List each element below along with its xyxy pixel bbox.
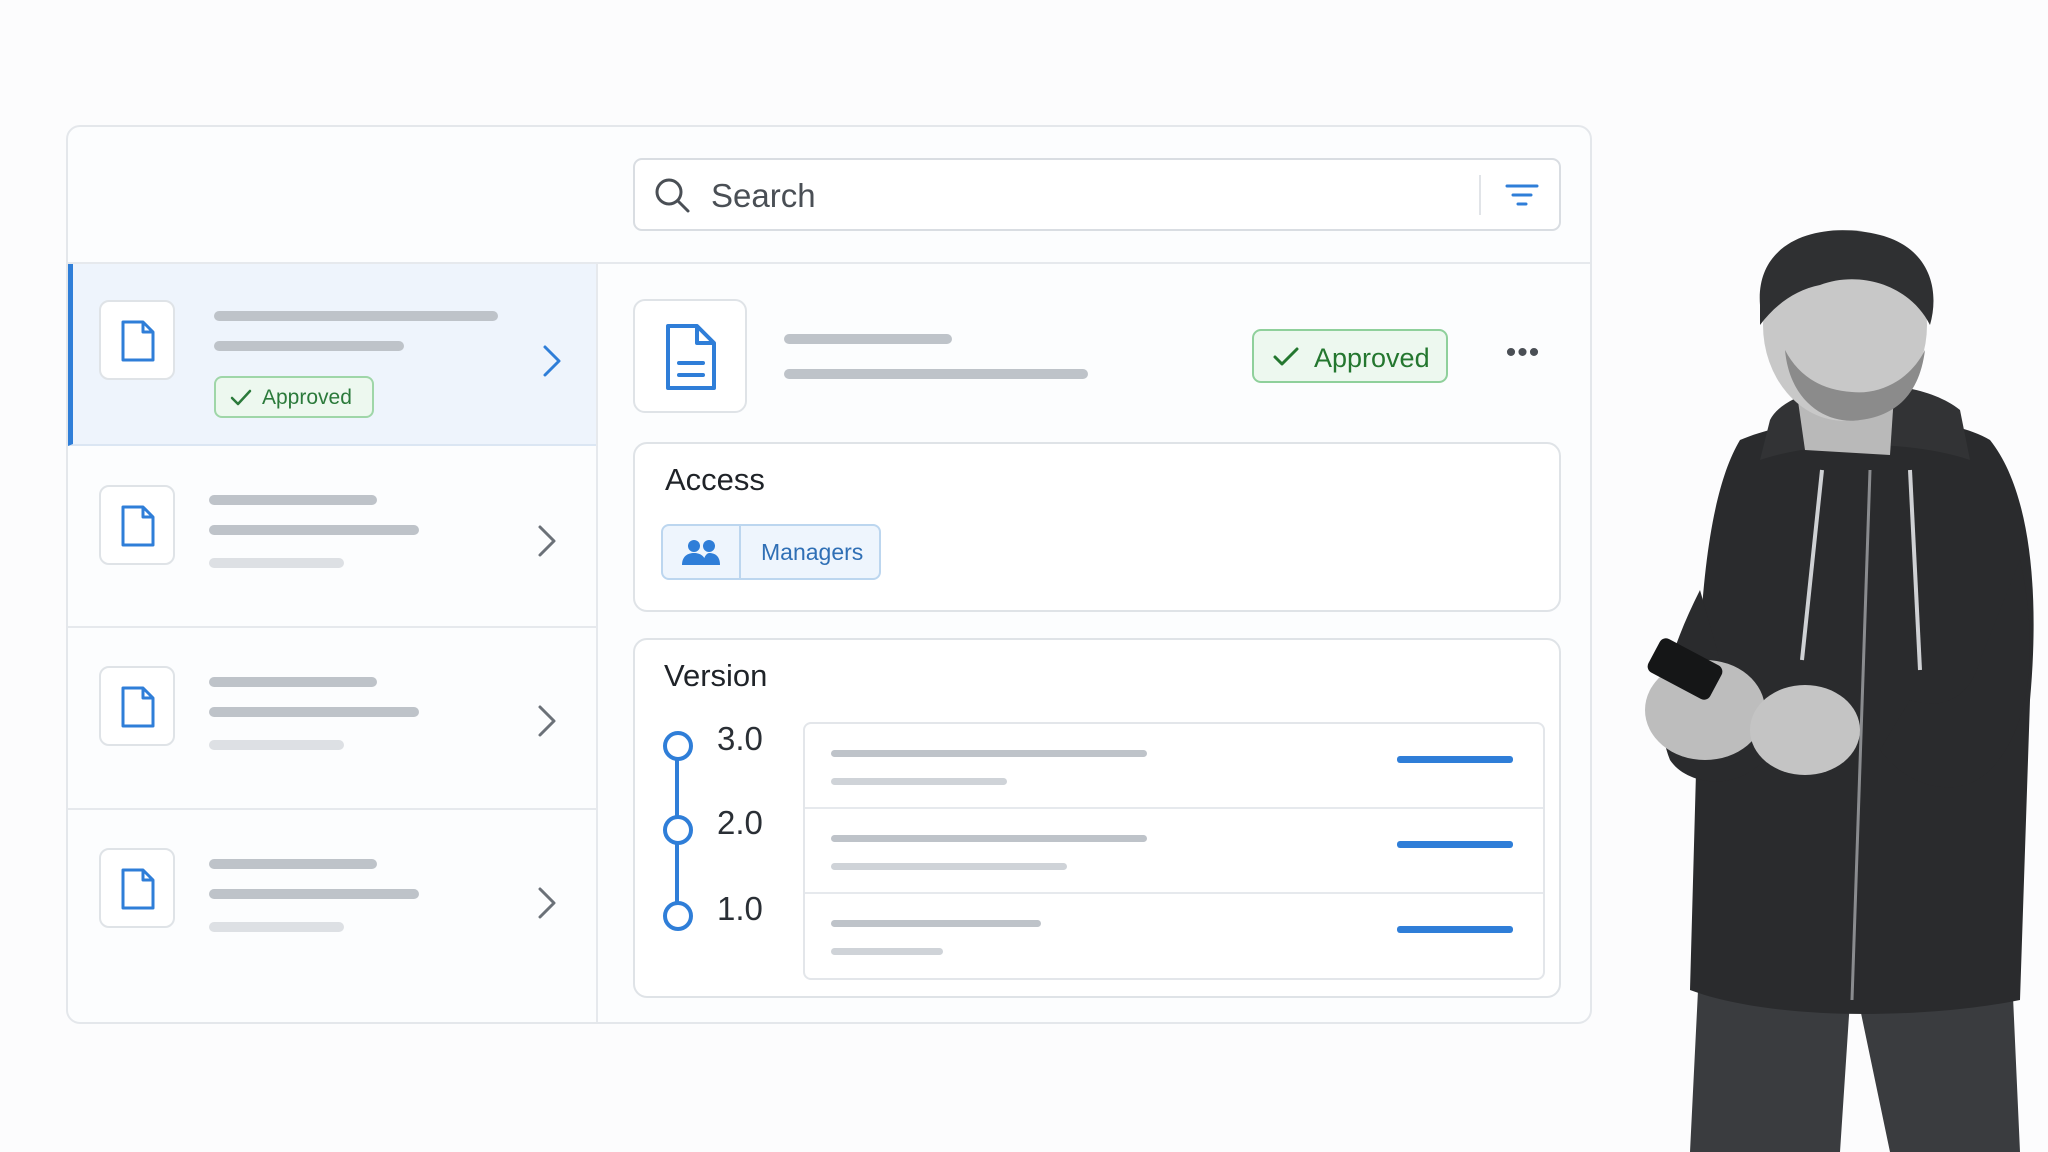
status-label: Approved (1314, 343, 1430, 373)
search-box[interactable] (633, 158, 1561, 231)
version-title: Version (664, 658, 768, 693)
row-title-placeholder (831, 750, 1147, 757)
document-tile (99, 300, 175, 380)
top-bar (68, 127, 1590, 264)
document-icon (121, 868, 155, 910)
document-tile (99, 666, 175, 746)
check-icon (230, 389, 252, 406)
subtitle-placeholder (214, 341, 404, 351)
app-window: Approved (66, 125, 1592, 1024)
document-tile-large (633, 299, 747, 413)
access-title: Access (665, 462, 765, 497)
list-item[interactable] (68, 628, 596, 810)
search-input[interactable] (709, 170, 1413, 222)
person-with-phone-image (1645, 230, 2034, 1152)
version-node[interactable] (663, 901, 693, 931)
group-icon-cell (663, 526, 741, 578)
row-accent-bar (1397, 926, 1513, 933)
row-title-placeholder (831, 835, 1147, 842)
row-accent-bar (1397, 841, 1513, 848)
version-table (803, 722, 1545, 980)
search-icon (655, 178, 690, 213)
status-badge: Approved (214, 376, 374, 418)
title-placeholder (209, 677, 377, 687)
chevron-right-icon (538, 705, 556, 737)
chevron-right-icon (538, 887, 556, 919)
version-label: 3.0 (717, 720, 763, 757)
row-title-placeholder (831, 920, 1041, 927)
document-tile (99, 848, 175, 928)
meta-placeholder (209, 922, 344, 932)
version-row[interactable] (805, 724, 1543, 809)
subtitle-placeholder (209, 707, 419, 717)
document-icon (121, 320, 155, 362)
status-label: Approved (262, 386, 352, 409)
search-divider (1479, 175, 1481, 215)
list-item[interactable] (68, 810, 596, 992)
row-meta-placeholder (831, 863, 1067, 870)
document-icon (121, 686, 155, 728)
access-panel: Access Managers (633, 442, 1561, 612)
chevron-right-icon (538, 525, 556, 557)
version-node[interactable] (663, 815, 693, 845)
filter-icon[interactable] (1505, 180, 1539, 212)
row-meta-placeholder (831, 778, 1007, 785)
status-badge: Approved (1252, 329, 1448, 383)
version-row[interactable] (805, 809, 1543, 894)
more-icon[interactable]: ••• (1500, 331, 1546, 375)
version-node[interactable] (663, 731, 693, 761)
meta-placeholder (209, 740, 344, 750)
document-tile (99, 485, 175, 565)
title-placeholder (209, 859, 377, 869)
document-icon (121, 505, 155, 547)
title-placeholder (209, 495, 377, 505)
row-accent-bar (1397, 756, 1513, 763)
detail-title-placeholder (784, 334, 952, 344)
title-placeholder (214, 311, 498, 321)
version-label: 1.0 (717, 890, 763, 927)
detail-subtitle-placeholder (784, 369, 1088, 379)
group-icon (682, 540, 720, 565)
check-icon (1273, 347, 1299, 366)
subtitle-placeholder (209, 525, 419, 535)
list-item[interactable] (68, 446, 596, 628)
version-label: 2.0 (717, 804, 763, 841)
version-row[interactable] (805, 894, 1543, 978)
version-panel: Version 3.0 2.0 1.0 (633, 638, 1561, 998)
meta-placeholder (209, 558, 344, 568)
chevron-right-icon (543, 345, 561, 377)
subtitle-placeholder (209, 889, 419, 899)
document-icon (666, 324, 716, 390)
access-group-label: Managers (761, 539, 864, 565)
access-group-chip[interactable]: Managers (661, 524, 881, 580)
row-meta-placeholder (831, 948, 943, 955)
document-list: Approved (68, 264, 598, 1022)
list-item[interactable]: Approved (68, 264, 596, 446)
